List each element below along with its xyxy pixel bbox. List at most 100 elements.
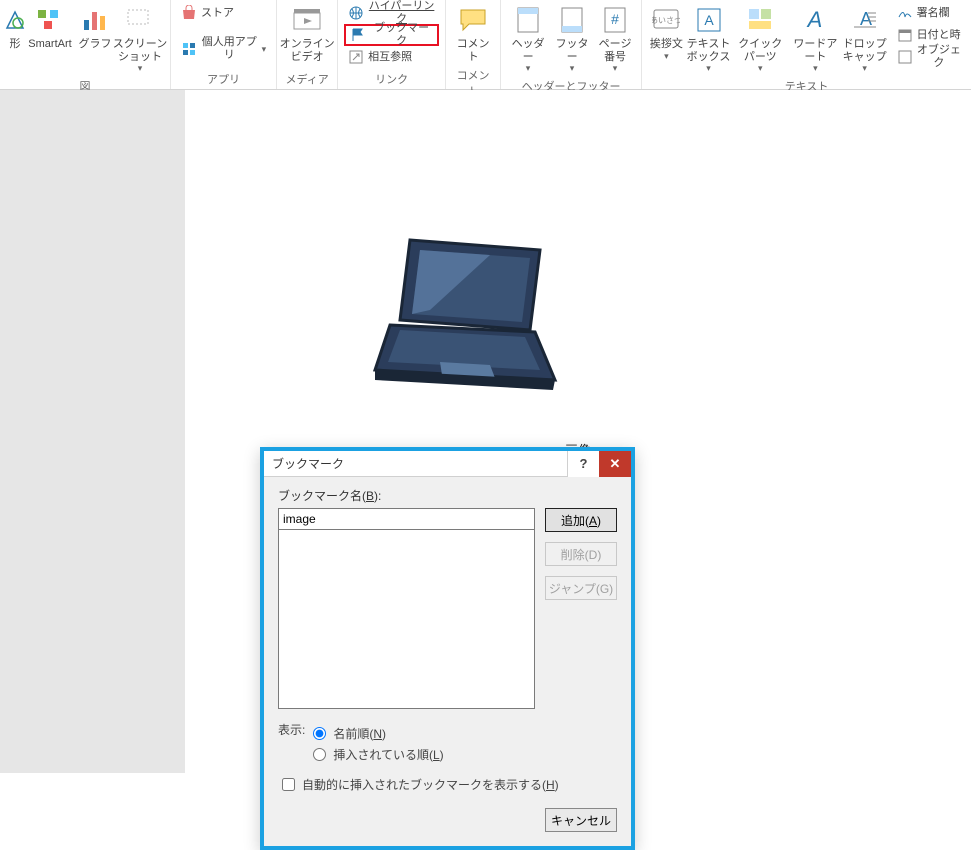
chevron-down-icon: ▾ (862, 63, 867, 74)
online-video-button[interactable]: オンライン ビデオ (283, 2, 331, 65)
pagenumber-button[interactable]: # ページ 番号▾ (595, 2, 635, 76)
group-apps-label: アプリ (177, 69, 270, 89)
radio-insert-order-input[interactable] (313, 748, 326, 761)
hyperlink-button[interactable]: ハイパーリンク (344, 2, 439, 24)
jump-button: ジャンプ(G) (545, 576, 617, 600)
svg-text:A: A (806, 7, 823, 32)
dropcap-label: ドロップ キャップ (843, 38, 887, 63)
footer-label: フッター (551, 38, 593, 63)
quickparts-icon (744, 4, 776, 36)
chevron-down-icon: ▾ (706, 63, 711, 74)
greeting-icon: あいさつ (650, 4, 682, 36)
shapes-button[interactable]: 形 (6, 2, 24, 53)
bookmark-name-label: ブックマーク名(B): (278, 487, 617, 504)
group-apps: ストア 個人用アプリ ▾ アプリ (171, 0, 277, 89)
online-video-label: オンライン ビデオ (280, 38, 335, 63)
chart-button[interactable]: グラフ (76, 2, 114, 53)
object-icon (897, 49, 913, 65)
myapps-icon (181, 41, 197, 57)
group-text: あいさつ 挨拶文▾ A テキスト ボックス▾ クイック パーツ▾ A ワードアー… (642, 0, 971, 89)
chevron-down-icon: ▾ (526, 63, 531, 74)
store-label: ストア (201, 7, 234, 20)
group-header-footer: ヘッダー▾ フッター▾ # ページ 番号▾ ヘッダーとフッター (501, 0, 642, 89)
add-button[interactable]: 追加(A) (545, 508, 617, 532)
chevron-down-icon: ▾ (262, 44, 267, 55)
comment-button[interactable]: コメント (452, 2, 494, 65)
datetime-button[interactable]: 日付と時 (893, 24, 965, 46)
greeting-label: 挨拶文 (650, 38, 683, 51)
group-illustrations: 形 SmartArt グラフ スクリーン ショット ▾ 図 (0, 0, 171, 89)
dropcap-button[interactable]: A ドロップ キャップ▾ (843, 2, 887, 76)
document-area: 画像 ブックマーク ? ✕ ブックマーク名(B): 追加(A) 削除(D) (0, 90, 971, 773)
smartart-label: SmartArt (28, 38, 71, 51)
group-media-label: メディア (283, 69, 331, 89)
header-label: ヘッダー (507, 38, 549, 63)
footer-button[interactable]: フッター▾ (551, 2, 593, 76)
bookmark-button[interactable]: ブックマーク (344, 24, 439, 46)
chevron-down-icon: ▾ (613, 63, 618, 74)
chevron-down-icon: ▾ (664, 51, 669, 62)
store-button[interactable]: ストア (177, 2, 270, 24)
svg-text:A: A (860, 9, 872, 29)
store-icon (181, 5, 197, 21)
wordart-button[interactable]: A ワードアート▾ (790, 2, 841, 76)
page-margin (0, 90, 185, 773)
bookmark-listbox[interactable] (278, 529, 535, 709)
laptop-image[interactable] (370, 230, 570, 413)
chart-icon (79, 4, 111, 36)
smartart-button[interactable]: SmartArt (26, 2, 74, 53)
svg-text:#: # (611, 11, 619, 27)
group-links: ハイパーリンク ブックマーク 相互参照 リンク (338, 0, 446, 89)
myapps-button[interactable]: 個人用アプリ ▾ (177, 38, 270, 60)
myapps-label: 個人用アプリ (201, 36, 258, 61)
checkbox-auto-bookmarks[interactable]: 自動的に挿入されたブックマークを表示する(H) (278, 775, 617, 794)
textbox-label: テキスト ボックス (687, 38, 731, 63)
comment-icon (457, 4, 489, 36)
help-button[interactable]: ? (567, 451, 599, 477)
group-comments: コメント コメント (446, 0, 501, 89)
screenshot-icon (124, 4, 156, 36)
cancel-button[interactable]: キャンセル (545, 808, 617, 832)
dialog-title: ブックマーク (264, 455, 567, 472)
globe-icon (348, 5, 364, 21)
signature-button[interactable]: 署名欄 (893, 2, 965, 24)
close-button[interactable]: ✕ (599, 451, 631, 477)
wordart-icon: A (799, 4, 831, 36)
bookmark-ribbon-label: ブックマーク (370, 22, 433, 47)
flag-icon (350, 27, 366, 43)
bookmark-dialog: ブックマーク ? ✕ ブックマーク名(B): 追加(A) 削除(D) ジャンプ(… (260, 447, 635, 850)
calendar-icon (897, 27, 913, 43)
textbox-icon: A (693, 4, 725, 36)
pagenumber-label: ページ 番号 (599, 38, 632, 63)
radio-insert-order[interactable]: 挿入されている順(L) (313, 746, 443, 763)
comment-label: コメント (452, 38, 494, 63)
dialog-titlebar[interactable]: ブックマーク ? ✕ (264, 451, 631, 477)
chart-label: グラフ (79, 38, 112, 51)
display-label: 表示: (278, 721, 305, 738)
header-button[interactable]: ヘッダー▾ (507, 2, 549, 76)
pagenumber-icon: # (599, 4, 631, 36)
crossref-button[interactable]: 相互参照 (344, 46, 439, 68)
screenshot-label: スクリーン ショット (113, 38, 167, 63)
radio-name-order-input[interactable] (313, 727, 326, 740)
datetime-label: 日付と時 (917, 29, 961, 42)
screenshot-button[interactable]: スクリーン ショット ▾ (116, 2, 164, 76)
signature-label: 署名欄 (917, 7, 950, 20)
checkbox-auto-input[interactable] (282, 778, 295, 791)
object-button[interactable]: オブジェク (893, 46, 965, 68)
group-media: オンライン ビデオ メディア (277, 0, 338, 89)
crossref-label: 相互参照 (368, 51, 412, 64)
delete-button: 削除(D) (545, 542, 617, 566)
chevron-down-icon: ▾ (758, 63, 763, 74)
footer-icon (556, 4, 588, 36)
radio-name-order[interactable]: 名前順(N) (313, 725, 443, 742)
chevron-down-icon: ▾ (813, 63, 818, 74)
quickparts-label: クイック パーツ (732, 38, 788, 63)
bookmark-name-input[interactable] (278, 508, 535, 530)
greeting-button[interactable]: あいさつ 挨拶文▾ (648, 2, 685, 64)
shapes-label: 形 (10, 38, 21, 51)
quickparts-button[interactable]: クイック パーツ▾ (732, 2, 788, 76)
textbox-button[interactable]: A テキスト ボックス▾ (687, 2, 731, 76)
page[interactable]: 画像 ブックマーク ? ✕ ブックマーク名(B): 追加(A) 削除(D) (185, 90, 971, 773)
crossref-icon (348, 49, 364, 65)
